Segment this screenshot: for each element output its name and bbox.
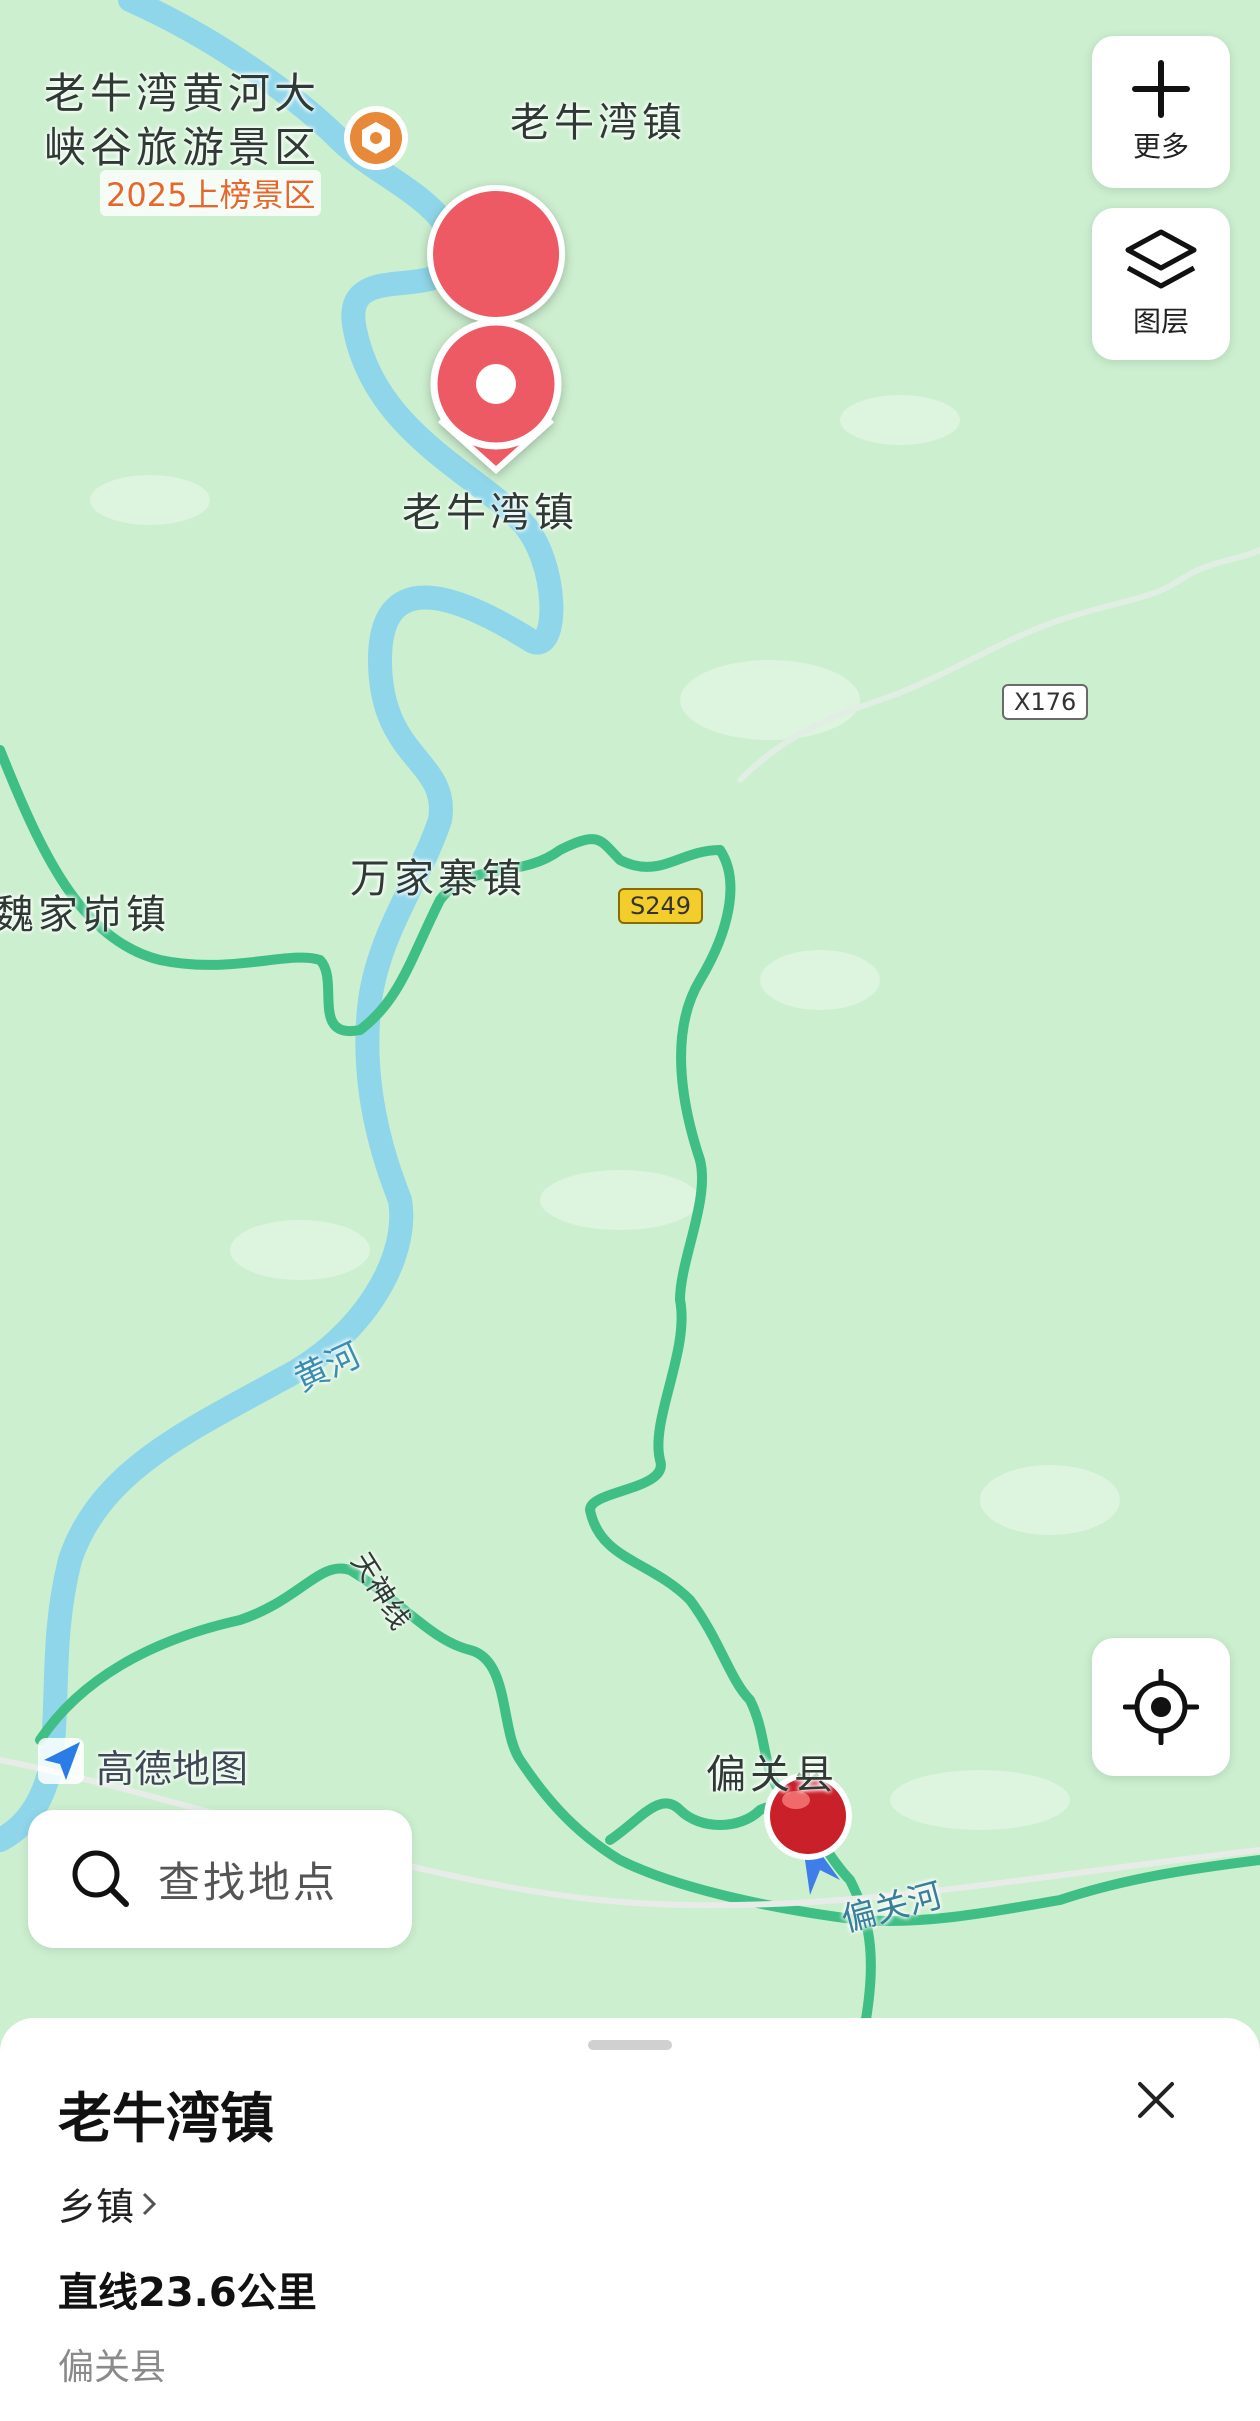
town-label-weijiamao[interactable]: 魏家峁镇	[0, 882, 170, 940]
scenic-name-line2[interactable]: 峡谷旅游景区	[44, 114, 320, 175]
place-category: 乡镇	[58, 2185, 135, 2229]
search-icon	[72, 1850, 129, 1907]
locate-button[interactable]	[1092, 1638, 1230, 1776]
region-text: 偏关县	[58, 2347, 167, 2388]
scenic-spot-icon[interactable]	[344, 106, 408, 170]
layers-label: 图层	[1132, 305, 1189, 338]
place-title: 老牛湾镇	[58, 2087, 274, 2150]
map-canvas[interactable]: 老牛湾黄河大 峡谷旅游景区 2025上榜景区 老牛湾镇 老牛湾镇 万家寨镇 魏家…	[0, 0, 1260, 2055]
scenic-tag: 2025上榜景区	[100, 170, 322, 216]
amap-logo-icon	[38, 1738, 84, 1784]
distance-text: 直线23.6公里	[58, 2270, 317, 2316]
search-bar[interactable]: 查找地点	[28, 1810, 412, 1948]
place-detail-sheet[interactable]: 老牛湾镇 乡镇 直线23.6公里 偏关县	[0, 2018, 1260, 2421]
road-badge-s249: S249	[618, 888, 704, 924]
plus-icon	[1132, 60, 1190, 118]
chevron-right-icon	[142, 2192, 157, 2215]
town-label-wanjiazhai[interactable]: 万家寨镇	[350, 846, 526, 904]
layers-icon	[1125, 229, 1197, 289]
county-label[interactable]: 偏关县	[706, 1742, 838, 1800]
more-label: 更多	[1132, 130, 1189, 163]
map-watermark: 高德地图	[96, 1747, 249, 1791]
road-badge-x176: X176	[1002, 684, 1089, 720]
layers-button[interactable]: 图层	[1092, 208, 1230, 360]
more-button[interactable]: 更多	[1092, 36, 1230, 188]
town-label-top[interactable]: 老牛湾镇	[510, 90, 686, 148]
scenic-name-line1[interactable]: 老牛湾黄河大	[44, 60, 320, 121]
place-category-link[interactable]: 乡镇	[58, 2176, 162, 2231]
sheet-drag-handle[interactable]	[588, 2040, 672, 2050]
close-icon[interactable]	[1134, 2078, 1178, 2122]
search-placeholder: 查找地点	[158, 1857, 339, 1907]
locate-icon	[1123, 1669, 1199, 1745]
marker-label[interactable]: 老牛湾镇	[402, 480, 578, 538]
